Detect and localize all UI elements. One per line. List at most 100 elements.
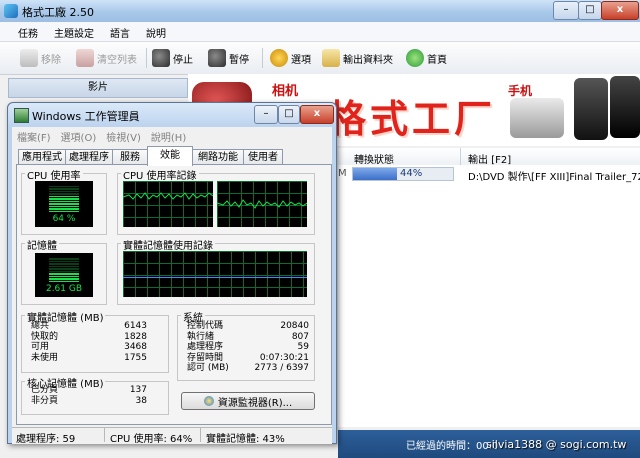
task-manager-window: Windows 工作管理員 – □ x 檔案(F) 選項(O) 檢視(V) 說明(H)… (7, 102, 337, 445)
minimize-button[interactable]: – (553, 1, 579, 20)
phone-image (610, 76, 640, 138)
tm-menu-view[interactable]: 檢視(V) (101, 127, 146, 144)
cpu-history-graph-core1 (123, 181, 213, 227)
stat-key: 總共 (31, 321, 50, 331)
ff-title: 格式工廠 2.50 (22, 6, 94, 19)
options-button[interactable]: 選項 (270, 47, 311, 69)
app-icon (4, 4, 18, 18)
status-cpu: CPU 使用率: 64% (110, 434, 193, 445)
shield-icon (203, 396, 214, 406)
stat-row: 非分頁 38 (31, 396, 147, 407)
sidebar-video-header[interactable]: 影片 (8, 78, 188, 98)
memory-history-line (123, 277, 307, 278)
col-header-status[interactable]: 轉換狀態 (354, 151, 394, 166)
stat-key: 執行緒 (187, 331, 215, 342)
stat-row: 控制代碼 20840 (187, 321, 309, 332)
toolbar-divider (262, 48, 263, 68)
stat-value: 59 (297, 342, 309, 352)
menu-task[interactable]: 任務 (0, 22, 46, 40)
elapsed-time: 已經過的時間：00:0 (406, 441, 499, 452)
status-divider (104, 428, 105, 442)
cpu-meter-segment (49, 208, 79, 210)
ff-toolbar: 移除 清空列表 停止 暫停 選項 輸出資料夾 首頁 (0, 42, 640, 75)
watermark: silvia1388 @ sogi.com.tw (486, 438, 627, 451)
menu-language[interactable]: 語言 (102, 22, 138, 40)
tab-performance[interactable]: 效能 (147, 146, 193, 166)
col-header-output[interactable]: 輸出 [F2] (468, 151, 511, 166)
banner-phone-label: 手机 (508, 84, 533, 98)
memory-bars (49, 257, 79, 283)
tm-title-bar: Windows 工作管理員 – □ x (8, 103, 336, 127)
tm-minimize-button[interactable]: – (254, 105, 278, 124)
output-folder-button[interactable]: 輸出資料夾 (322, 47, 393, 69)
stat-value: 38 (135, 395, 147, 406)
tab-services[interactable]: 服務 (112, 149, 148, 165)
phone-image (510, 98, 564, 138)
memory-meter-segment (49, 273, 79, 275)
memory-history-graph (123, 251, 307, 297)
tm-status-bar: 處理程序: 59 CPU 使用率: 64% 實體記憶體: 43% (12, 427, 332, 445)
clear-list-button[interactable]: 清空列表 (76, 47, 137, 69)
kernel-memory-stats: 已分頁 137 非分頁 38 (31, 385, 147, 406)
output-folder-label: 輸出資料夾 (343, 54, 393, 66)
remove-button[interactable]: 移除 (20, 47, 61, 69)
menu-theme[interactable]: 主題設定 (46, 22, 102, 40)
tab-processes[interactable]: 處理程序 (65, 149, 113, 165)
remove-label: 移除 (41, 54, 61, 66)
tm-menu-help[interactable]: 說明(H) (146, 127, 191, 144)
stat-key: 可用 (31, 342, 50, 352)
toolbar-divider (146, 48, 147, 68)
folder-icon (322, 49, 340, 67)
cpu-meter-segment (49, 195, 79, 197)
stat-value: 3468 (124, 342, 147, 352)
tab-users[interactable]: 使用者 (243, 149, 283, 165)
stat-row: 認可 (MB) 2773 / 6397 (187, 363, 309, 374)
stat-row: 執行緒 807 (187, 332, 309, 343)
stat-value: 2773 / 6397 (254, 363, 309, 373)
cpu-usage-value: 64 % (52, 214, 76, 224)
table-row[interactable]: M 44% D:\DVD 製作\[FF XIII]Final Trailer_7… (338, 165, 640, 183)
cpu-meter-segment (49, 203, 79, 205)
options-label: 選項 (291, 54, 311, 66)
tab-networking[interactable]: 網路功能 (192, 149, 244, 165)
cpu-usage-label: CPU 使用率 (25, 167, 83, 182)
memory-history-label: 實體記憶體使用記錄 (121, 237, 215, 252)
stat-value: 1828 (124, 331, 147, 342)
memory-meter-segment (49, 258, 79, 260)
stop-icon (152, 49, 170, 67)
tm-menu-options[interactable]: 選項(O) (56, 127, 102, 144)
tab-applications[interactable]: 應用程式 (18, 149, 66, 165)
home-button[interactable]: 首頁 (406, 47, 447, 69)
task-manager-icon (14, 108, 29, 123)
cpu-usage-bars (49, 185, 79, 213)
stat-value: 1755 (124, 352, 147, 363)
progress-text: 44% (400, 168, 423, 179)
stat-row: 未使用 1755 (31, 353, 147, 364)
tm-maximize-button[interactable]: □ (278, 105, 300, 124)
memory-meter-segment (49, 268, 79, 270)
memory-meter-segment (49, 260, 79, 262)
menu-help[interactable]: 說明 (138, 22, 174, 40)
tm-title: Windows 工作管理員 (32, 110, 140, 123)
tm-close-button[interactable]: x (300, 105, 334, 124)
resource-monitor-button[interactable]: 資源監視器(R)... (181, 392, 315, 410)
performance-panel: CPU 使用率 64 % CPU 使用率記錄 記憶體 2.61 GB 實體記憶體… (16, 164, 332, 425)
memory-meter-segment (49, 278, 79, 280)
stat-key: 已分頁 (31, 385, 59, 395)
tm-menu-file[interactable]: 檔案(F) (12, 127, 56, 144)
stat-value: 0:07:30:21 (259, 352, 309, 363)
home-label: 首頁 (427, 54, 447, 66)
clear-icon (76, 49, 94, 67)
memory-meter-segment (49, 270, 79, 272)
ff-menu-bar: 任務 主題設定 語言 說明 (0, 22, 640, 42)
close-button[interactable]: x (601, 1, 639, 20)
stop-button[interactable]: 停止 (152, 47, 193, 69)
maximize-button[interactable]: □ (578, 1, 602, 20)
stat-row: 快取的 1828 (31, 332, 147, 343)
pause-button[interactable]: 暫停 (208, 47, 249, 69)
stat-value: 807 (291, 331, 309, 342)
cpu-meter-segment (49, 188, 79, 190)
physical-memory-stats: 總共 6143 快取的 1828 可用 3468 未使用 1755 (31, 321, 147, 363)
status-processes: 處理程序: 59 (16, 434, 76, 445)
cpu-meter-segment (49, 200, 79, 202)
